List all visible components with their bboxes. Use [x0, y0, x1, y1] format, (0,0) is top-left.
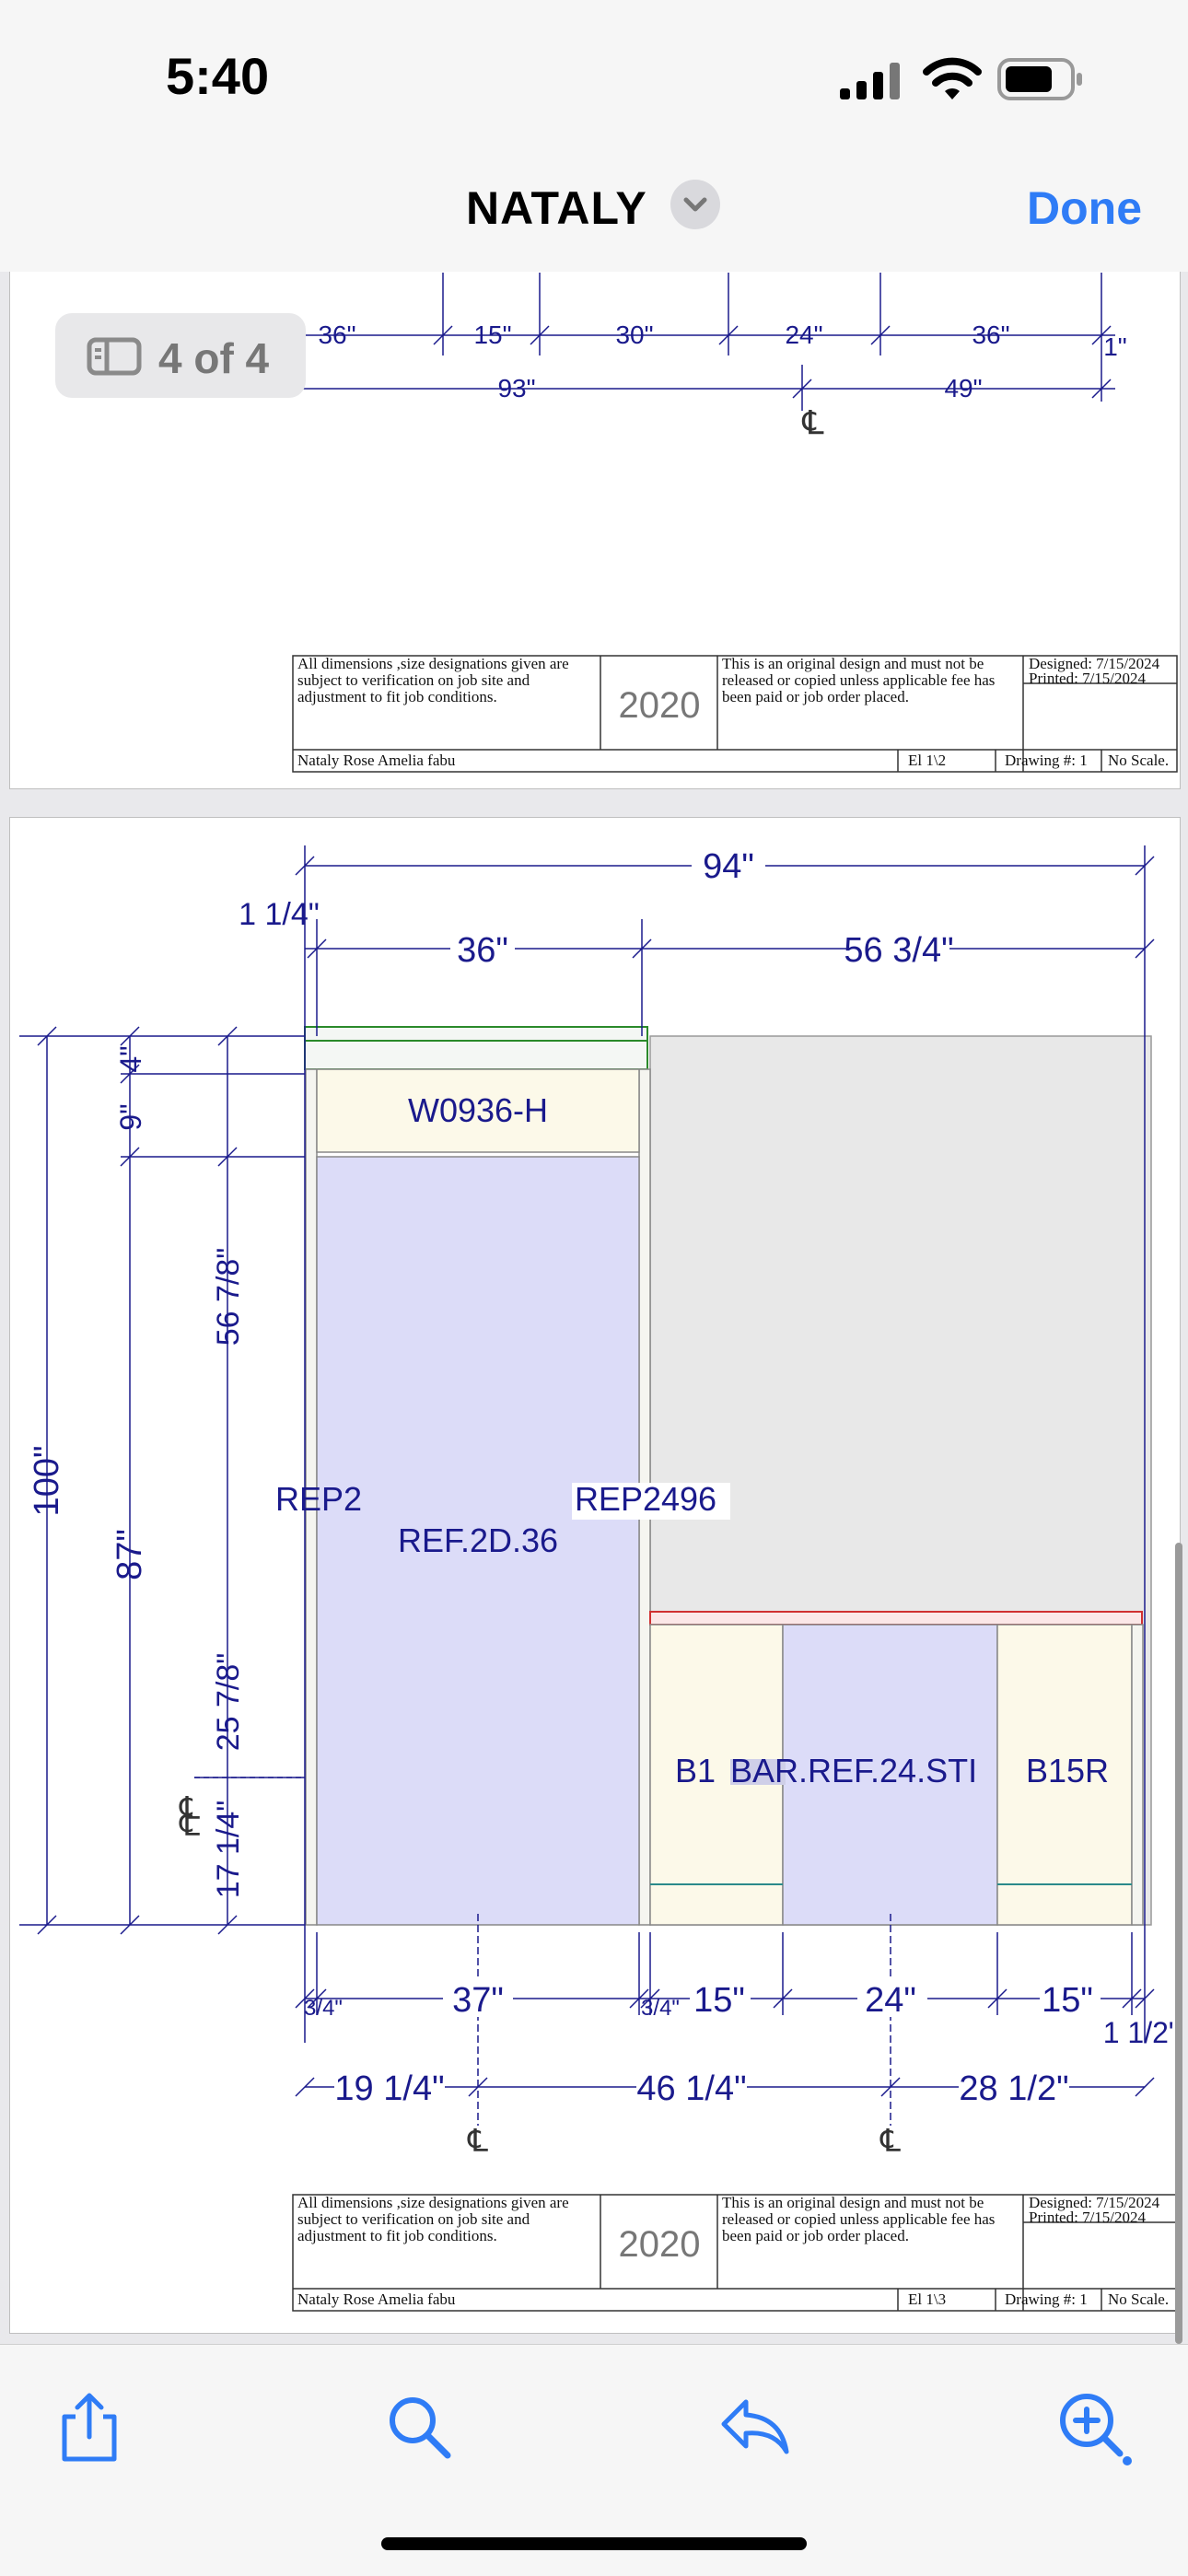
scrollbar[interactable] [1175, 1543, 1182, 2344]
p3-dim-total-right: 49" [944, 374, 982, 402]
p4-centerline-left-2: ℄ [179, 1791, 200, 1826]
cellular-signal-icon [840, 63, 900, 99]
nav-bar: NATALY Done [0, 152, 1188, 273]
p4-bdim-34-left: 3/4" [304, 1996, 343, 2021]
p3-drawing-num: Drawing #: 1 [1005, 752, 1088, 769]
p4-bdim-24: 24" [865, 1981, 916, 2020]
zoom-in-icon[interactable] [1055, 2389, 1135, 2468]
bottom-toolbar [0, 2344, 1188, 2576]
p3-dim-total-left: 93" [497, 374, 535, 402]
p3-dim-3: 30" [615, 321, 653, 349]
document-viewer[interactable]: 36" 15" 30" 24" 36" 1" 93" 49" ℄ All dim… [0, 272, 1188, 2344]
p3-logo-text: 2020 [618, 685, 701, 726]
p4-bdim-15-left: 15" [693, 1981, 745, 2020]
status-time: 5:40 [166, 47, 270, 105]
p3-logo: 2020 [609, 685, 710, 727]
title-menu-button[interactable] [670, 180, 720, 229]
p4-dim-17-14: 17 1/4" [211, 1801, 246, 1899]
search-icon[interactable] [385, 2393, 455, 2463]
label-wall-cabinet: W0936-H [408, 1091, 548, 1129]
p3-centerline-symbol: ℄ [801, 403, 823, 441]
p3-dim-1: 36" [318, 321, 355, 349]
countertop [649, 1611, 1143, 1626]
p3-copyright: This is an original design and must not … [722, 655, 996, 705]
label-base-right: B15R [1026, 1752, 1109, 1789]
p4-logo-text: 2020 [618, 2224, 701, 2265]
p4-dim-left-small: 1 1/4" [239, 897, 320, 932]
p3-dim-6: 1" [1103, 332, 1127, 361]
label-panel-right: REP2496 [575, 1480, 716, 1518]
crown-moulding [304, 1026, 648, 1070]
p4-disclaimer: All dimensions ,size designations given … [297, 2194, 569, 2244]
p3-owner: Nataly Rose Amelia fabu [297, 752, 456, 769]
p4-scale: No Scale. [1108, 2290, 1170, 2308]
p4-bdim-37: 37" [452, 1981, 504, 2020]
page-indicator-label: 4 of 4 [158, 334, 270, 382]
status-bar: 5:40 [0, 0, 1188, 152]
p4-dim-56: 56 3/4" [844, 931, 953, 970]
p4-dim-25-78: 25 7/8" [211, 1653, 246, 1752]
label-bar-refrigerator: BAR.REF.24.STI [730, 1752, 977, 1789]
done-button[interactable]: Done [1027, 181, 1142, 235]
p4-overall-width: 94" [703, 847, 754, 886]
p4-bdim-28-12: 28 1/2" [959, 2069, 1068, 2108]
p4-dim-56-78: 56 7/8" [211, 1248, 246, 1346]
p4-dim-4: 4" [114, 1045, 147, 1072]
p3-dim-4: 24" [785, 321, 822, 349]
p4-bdim-34-right: 3/4" [641, 1996, 680, 2021]
wifi-icon [923, 57, 982, 99]
p4-bdim-15-right: 15" [1042, 1981, 1093, 2020]
p4-bdim-46-14: 46 1/4" [636, 2069, 746, 2108]
p4-centerline-bottom-1: ℄ [467, 2124, 488, 2159]
label-base-left: B1 [675, 1752, 716, 1789]
share-icon[interactable] [57, 2391, 122, 2465]
p3-dim-5: 36" [972, 321, 1009, 349]
p3-dim-2: 15" [473, 321, 511, 349]
p4-centerline-bottom-2: ℄ [879, 2124, 901, 2159]
p3-scale: No Scale. [1108, 752, 1170, 769]
p4-dim-36: 36" [457, 931, 508, 970]
p4-bdim-1-12: 1 1/2" [1103, 2016, 1180, 2049]
p4-owner: Nataly Rose Amelia fabu [297, 2290, 456, 2308]
sidebar-icon [87, 337, 142, 376]
p3-disclaimer: All dimensions ,size designations given … [297, 655, 569, 705]
page-indicator[interactable]: 4 of 4 [55, 313, 306, 398]
p4-copyright: This is an original design and must not … [722, 2194, 996, 2244]
p4-drawing-num: Drawing #: 1 [1005, 2290, 1088, 2308]
reply-icon[interactable] [718, 2395, 792, 2459]
p4-printed: Printed: 7/15/2024 [1029, 2209, 1147, 2226]
p4-dim-height-100: 100" [28, 1446, 66, 1517]
p3-printed: Printed: 7/15/2024 [1029, 670, 1147, 687]
p4-elevation: El 1\3 [908, 2290, 947, 2308]
label-panel-left: REP2 [275, 1480, 362, 1518]
home-indicator [381, 2537, 807, 2550]
label-refrigerator: REF.2D.36 [398, 1521, 558, 1559]
page4-elevation-drawing: 94" 1 1/4" 36" 56 3/4" 100" 87" 4" 9" 56… [19, 845, 1180, 2312]
p4-dim-height-87: 87" [111, 1529, 149, 1580]
p4-logo: 2020 [609, 2224, 710, 2266]
p4-dim-9: 9" [114, 1103, 147, 1130]
document-title[interactable]: NATALY [466, 181, 647, 235]
pdf-page-4: 94" 1 1/4" 36" 56 3/4" 100" 87" 4" 9" 56… [9, 817, 1181, 2334]
p3-elevation: El 1\2 [908, 752, 947, 769]
p4-bdim-19-14: 19 1/4" [334, 2069, 444, 2108]
battery-icon [997, 58, 1082, 100]
chevron-down-icon [683, 197, 707, 212]
